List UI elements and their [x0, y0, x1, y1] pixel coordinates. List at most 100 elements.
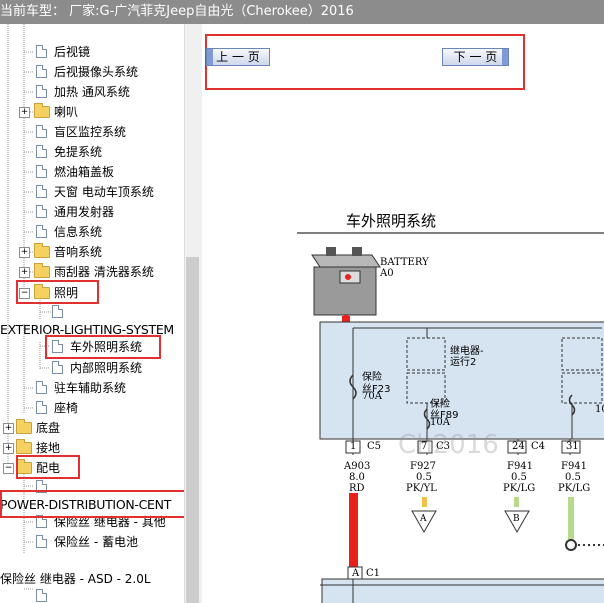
- flag-b-label: B: [513, 514, 520, 524]
- highlight-box: [16, 455, 80, 479]
- tree-item[interactable]: [0, 302, 184, 322]
- prev-page-label: 上 一 页: [216, 50, 260, 64]
- tree-item-label: 驻车辅助系统: [54, 381, 127, 395]
- tree-item-label: 座椅: [54, 401, 79, 415]
- connector-pin-number: 24: [512, 441, 525, 452]
- wire-gauge: 0.5: [565, 472, 581, 483]
- wire-gauge: 0.5: [416, 472, 432, 483]
- tree-item[interactable]: 信息系统: [0, 222, 184, 242]
- wiring-diagram: [297, 232, 604, 603]
- highlight-box: [0, 490, 184, 518]
- document-icon: [36, 589, 47, 602]
- wire-color: PK/YL: [406, 483, 437, 494]
- connector-id: C5: [367, 441, 382, 452]
- wire-color: PK/LG: [503, 483, 536, 494]
- folder-icon: [16, 419, 32, 434]
- document-icon: [36, 145, 47, 158]
- next-page-label: 下 一 页: [453, 50, 498, 64]
- document-icon: [36, 45, 47, 58]
- expand-icon[interactable]: +: [3, 423, 14, 434]
- wire-gauge: 8.0: [349, 472, 365, 483]
- scrollbar-thumb[interactable]: [186, 257, 199, 603]
- tree-item[interactable]: 燃油箱盖板: [0, 162, 184, 182]
- lower-box: [321, 578, 604, 603]
- expand-icon[interactable]: +: [19, 247, 30, 258]
- tree-item-label: 底盘: [36, 421, 61, 435]
- document-icon: [52, 305, 63, 318]
- folder-icon: [16, 439, 32, 454]
- circuit-id: F941: [507, 461, 534, 472]
- document-icon: [36, 125, 47, 138]
- highlight-box: [45, 335, 161, 359]
- tree-item[interactable]: + 雨刮器 清洗器系统: [0, 262, 184, 282]
- tree-item[interactable]: [0, 586, 184, 603]
- watermark-text: Ch2016: [398, 430, 499, 460]
- tree-item-label: 保险丝 - 蓄电池: [54, 535, 138, 549]
- circuit-id: F927: [410, 461, 437, 472]
- expand-icon[interactable]: +: [19, 267, 30, 278]
- fuse3-rating: 10: [595, 404, 604, 415]
- tree-item[interactable]: 后视摄像头系统: [0, 62, 184, 82]
- battery-id: A0: [380, 268, 394, 279]
- folder-icon: [34, 263, 50, 278]
- tree-item[interactable]: 后视镜: [0, 42, 184, 62]
- tree-item[interactable]: 内部照明系统: [0, 358, 184, 378]
- tree-item[interactable]: + 底盘: [0, 418, 184, 438]
- battery-label: BATTERY: [380, 257, 429, 268]
- relay-sub: 运行2: [450, 357, 477, 368]
- wire-color: PK/LG: [558, 483, 591, 494]
- wire-a903: [349, 493, 358, 567]
- fuse1-rating: 70A: [362, 391, 382, 402]
- document-icon: [52, 361, 63, 374]
- fuse2-rating: 10A: [430, 417, 450, 428]
- tree-item[interactable]: 盲区监控系统: [0, 122, 184, 142]
- battery-icon: [311, 247, 381, 316]
- circuit-id: A903: [344, 461, 371, 472]
- bottom-pin-label: A: [352, 568, 360, 579]
- document-icon: [36, 401, 47, 414]
- window-title: 当前车型： 厂家:G-广汽菲克Jeep自由光（Cherokee）2016: [0, 4, 354, 19]
- collapse-icon[interactable]: −: [3, 463, 14, 474]
- wire-gauge: 0.5: [511, 472, 527, 483]
- expand-icon[interactable]: +: [3, 443, 14, 454]
- tree-item-label: 信息系统: [54, 225, 103, 239]
- expand-icon[interactable]: +: [19, 107, 30, 118]
- prev-page-button[interactable]: 上 一 页: [206, 48, 270, 66]
- tree-item-label: 天窗 电动车顶系统: [54, 185, 154, 199]
- tree-item[interactable]: + 喇叭: [0, 102, 184, 122]
- splice-circle: [565, 539, 577, 551]
- tree-item[interactable]: 免提系统: [0, 142, 184, 162]
- tree-item-label: 雨刮器 清洗器系统: [54, 265, 154, 279]
- category-tree[interactable]: 后视镜 后视摄像头系统 加热 通风系统 + 喇叭 盲区监控系统 免提系统 燃油箱…: [0, 24, 184, 603]
- wire-color: RD: [349, 483, 365, 494]
- tree-item[interactable]: 通用发射器: [0, 202, 184, 222]
- document-icon: [36, 185, 47, 198]
- folder-icon: [34, 243, 50, 258]
- connector-pin-number: 1: [350, 441, 357, 452]
- document-icon: [36, 381, 47, 394]
- document-icon: [36, 535, 47, 548]
- tree-item[interactable]: 加热 通风系统: [0, 82, 184, 102]
- tree-item-label: 内部照明系统: [70, 361, 143, 375]
- next-page-button[interactable]: 下 一 页: [442, 48, 509, 66]
- tree-item[interactable]: 驻车辅助系统: [0, 378, 184, 398]
- circuit-id: F941: [561, 461, 588, 472]
- tree-item[interactable]: 保险丝 - 蓄电池: [0, 532, 184, 552]
- document-icon: [36, 65, 47, 78]
- button-edge: [207, 49, 213, 65]
- document-icon: [36, 205, 47, 218]
- wire-f927: [422, 497, 427, 507]
- tree-item[interactable]: 座椅: [0, 398, 184, 418]
- tree-item-label: 后视镜: [54, 45, 91, 59]
- document-icon: [36, 165, 47, 178]
- tree-item[interactable]: 天窗 电动车顶系统: [0, 182, 184, 202]
- tree-item-label: 免提系统: [54, 145, 103, 159]
- document-icon: [36, 85, 47, 98]
- tree-item-label: 通用发射器: [54, 205, 115, 219]
- tree-item[interactable]: + 音响系统: [0, 242, 184, 262]
- terminal: [342, 316, 350, 322]
- flag-a-label: A: [420, 514, 427, 524]
- tree-item-label: 燃油箱盖板: [54, 165, 115, 179]
- tree-item-label: 加热 通风系统: [54, 85, 130, 99]
- connector-pin-number: 31: [566, 441, 579, 452]
